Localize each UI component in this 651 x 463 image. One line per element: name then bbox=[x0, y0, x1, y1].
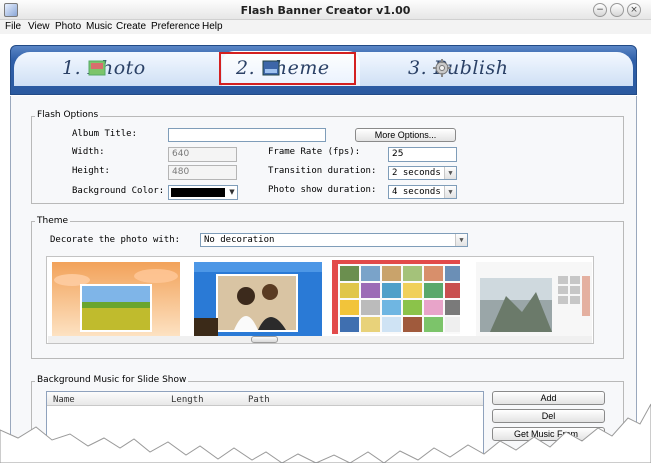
photo-show-duration-select[interactable]: 4 seconds ▼ bbox=[388, 185, 457, 199]
wedding-couple-theme[interactable] bbox=[194, 262, 322, 336]
scrollbar-thumb[interactable] bbox=[251, 336, 278, 343]
more-options-button[interactable]: More Options... bbox=[355, 128, 456, 142]
photo-show-duration-label: Photo show duration: bbox=[268, 185, 377, 195]
add-button[interactable]: Add bbox=[492, 391, 605, 405]
transition-duration-label: Transition duration: bbox=[268, 166, 377, 176]
menu-preference[interactable]: Preference bbox=[151, 21, 200, 32]
thumbnail-scrollbar[interactable] bbox=[48, 336, 592, 343]
minimize-button[interactable]: − bbox=[593, 3, 607, 17]
background-color-label: Background Color: bbox=[72, 186, 165, 196]
theme-group-label: Theme bbox=[35, 216, 71, 226]
decorate-label: Decorate the photo with: bbox=[50, 235, 181, 245]
tab-photo[interactable]: 1. Photo bbox=[62, 52, 172, 86]
chevron-down-icon: ▼ bbox=[444, 186, 456, 198]
menu-photo[interactable]: Photo bbox=[55, 21, 81, 32]
frame-rate-label: Frame Rate (fps): bbox=[268, 147, 361, 157]
photo-thumbnail-icon bbox=[88, 60, 106, 76]
sunflower-field-theme[interactable] bbox=[52, 262, 180, 336]
photo-show-duration-value: 4 seconds bbox=[392, 187, 441, 197]
album-title-label: Album Title: bbox=[72, 129, 138, 139]
height-input[interactable]: 480 bbox=[168, 165, 237, 180]
transition-duration-value: 2 seconds bbox=[392, 168, 441, 178]
column-path[interactable]: Path bbox=[248, 395, 270, 405]
close-button[interactable]: × bbox=[627, 3, 641, 17]
album-title-input[interactable] bbox=[168, 128, 326, 142]
del-button[interactable]: Del bbox=[492, 409, 605, 423]
frame-rate-input[interactable]: 25 bbox=[388, 147, 457, 162]
column-length[interactable]: Length bbox=[171, 395, 204, 405]
width-input[interactable]: 640 bbox=[168, 147, 237, 162]
decoration-value: No decoration bbox=[204, 235, 275, 245]
width-label: Width: bbox=[72, 147, 105, 157]
transition-duration-select[interactable]: 2 seconds ▼ bbox=[388, 166, 457, 180]
tab-publish[interactable]: 3. Publish bbox=[408, 52, 528, 86]
chevron-down-icon: ▼ bbox=[455, 234, 467, 246]
chevron-down-icon: ▼ bbox=[444, 167, 456, 179]
menu-create[interactable]: Create bbox=[116, 21, 146, 32]
color-swatch bbox=[171, 188, 225, 197]
gallery-theme[interactable] bbox=[476, 262, 604, 336]
flash-options-label: Flash Options bbox=[35, 110, 101, 120]
photo-grid-theme[interactable] bbox=[332, 260, 460, 334]
height-label: Height: bbox=[72, 166, 110, 176]
decoration-select[interactable]: No decoration ▼ bbox=[200, 233, 468, 247]
window-title: Flash Banner Creator v1.00 bbox=[240, 4, 411, 17]
background-color-picker[interactable]: ▼ bbox=[168, 185, 238, 200]
restore-button[interactable] bbox=[610, 3, 624, 17]
menu-help[interactable]: Help bbox=[202, 21, 223, 32]
menu-view[interactable]: View bbox=[28, 21, 50, 32]
get-music-button[interactable]: Get Music From bbox=[492, 427, 605, 441]
menu-music[interactable]: Music bbox=[86, 21, 112, 32]
menu-file[interactable]: File bbox=[5, 21, 21, 32]
music-group-label: Background Music for Slide Show bbox=[35, 375, 189, 385]
tab-publish-label: 3. Publish bbox=[408, 57, 509, 79]
chevron-down-icon: ▼ bbox=[229, 188, 235, 196]
column-name[interactable]: Name bbox=[53, 395, 75, 405]
gear-icon bbox=[433, 59, 451, 77]
active-tab-highlight bbox=[219, 52, 356, 85]
